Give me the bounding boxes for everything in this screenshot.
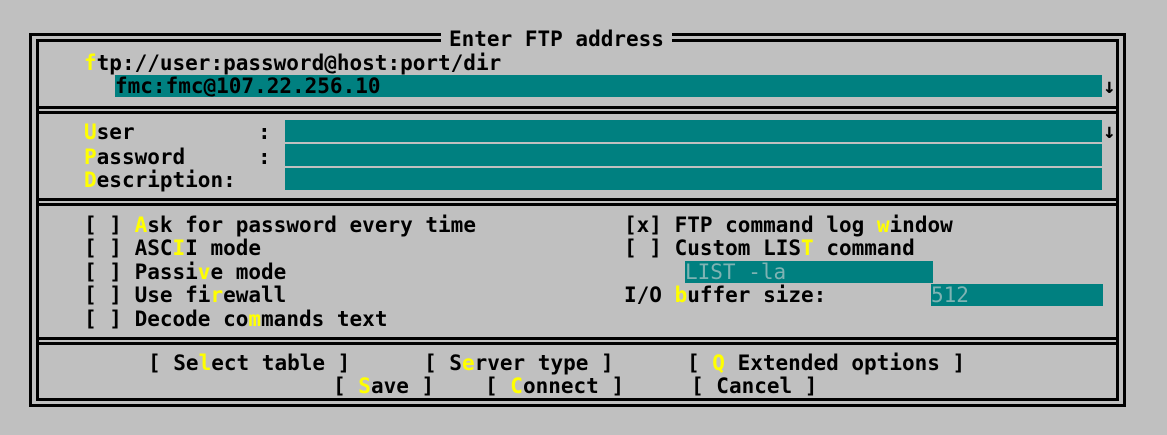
io-buffer-input[interactable]: 512 [931, 284, 1103, 306]
address-dropdown-arrow-icon[interactable]: ↓ [1103, 75, 1116, 97]
address-hotkey: f [84, 51, 97, 75]
credentials-dropdown-arrow-icon[interactable]: ↓ [1103, 120, 1116, 142]
user-label: User [84, 120, 135, 144]
address-hint-text: tp://user:password@host:port/dir [96, 51, 502, 75]
cancel-button[interactable]: [ Cancel ] [691, 375, 817, 397]
password-input[interactable] [285, 144, 1102, 166]
passive-mode-checkbox[interactable]: [ ] Passive mode [84, 261, 286, 283]
separator [39, 337, 1116, 345]
address-hint: ftp://user:password@host:port/dir [84, 52, 501, 74]
custom-list-checkbox[interactable]: [ ] Custom LIST command [624, 237, 915, 259]
password-label: Password [84, 145, 186, 169]
server-type-button[interactable]: [ Server type ] [424, 352, 614, 374]
user-colon: : [258, 120, 271, 144]
extended-options-button[interactable]: [ Q Extended options ] [687, 352, 965, 374]
ftp-log-window-checkbox[interactable]: [x] FTP command log window [624, 214, 953, 236]
description-label: Description: [84, 168, 236, 192]
io-buffer-label: I/O buffer size: [624, 283, 827, 307]
user-input[interactable] [285, 120, 1102, 142]
use-firewall-checkbox[interactable]: [ ] Use firewall [84, 284, 286, 306]
ask-password-checkbox[interactable]: [ ] Ask for password every time [84, 214, 476, 236]
separator [39, 106, 1116, 114]
dialog-title: Enter FTP address [441, 28, 672, 50]
separator [39, 198, 1116, 206]
save-button[interactable]: [ Save ] [333, 375, 434, 397]
description-input[interactable] [285, 168, 1102, 190]
password-colon: : [258, 145, 271, 169]
list-command-input[interactable]: LIST -la [685, 261, 933, 283]
address-input[interactable]: fmc:fmc@107.22.256.10 [115, 75, 1102, 97]
connect-button[interactable]: [ Connect ] [485, 375, 624, 397]
select-table-button[interactable]: [ Select table ] [148, 352, 350, 374]
ascii-mode-checkbox[interactable]: [ ] ASCII mode [84, 237, 261, 259]
decode-commands-checkbox[interactable]: [ ] Decode commands text [84, 308, 387, 330]
